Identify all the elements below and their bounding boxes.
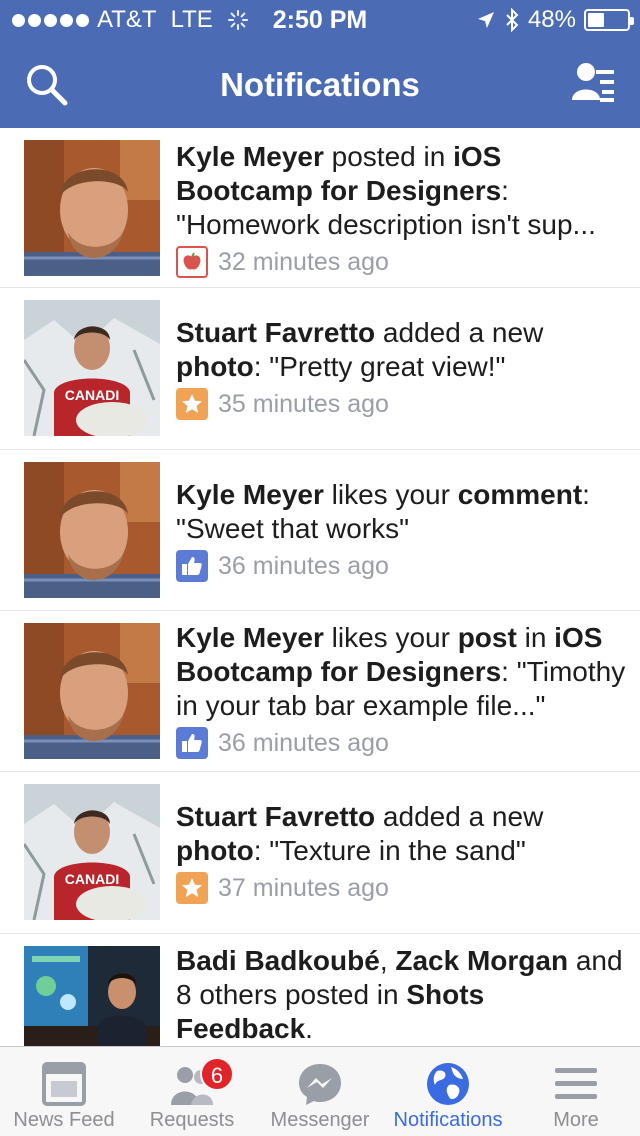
avatar-stuart-favretto[interactable]: CANADI	[24, 784, 160, 920]
actor-name[interactable]: Stuart Favretto	[176, 801, 375, 832]
notification-text: Kyle Meyer likes your comment: "Sweet th…	[176, 478, 626, 546]
notification-meta: 36 minutes ago	[176, 727, 626, 759]
tab-bar: News Feed 6 Requests Messenger Notificat…	[0, 1046, 640, 1136]
tab-label: Requests	[149, 1109, 235, 1131]
text-segment: in	[516, 622, 555, 653]
text-segment: ,	[379, 945, 396, 976]
battery-level	[588, 13, 605, 27]
notification-meta: 37 minutes ago	[176, 872, 626, 904]
menu-icon	[555, 1068, 597, 1099]
bluetooth-icon	[506, 8, 519, 32]
notification-item[interactable]: Kyle Meyer likes your comment: "Sweet th…	[0, 450, 640, 611]
notification-text: Kyle Meyer posted in iOS Bootcamp for De…	[176, 140, 626, 242]
notification-item[interactable]: Kyle Meyer posted in iOS Bootcamp for De…	[0, 128, 640, 288]
timestamp: 36 minutes ago	[218, 728, 389, 757]
actor-name[interactable]: Kyle Meyer	[176, 141, 324, 172]
tab-label: More	[553, 1109, 599, 1131]
requests-count-badge: 6	[200, 1057, 234, 1091]
notification-item[interactable]: facebook Badi Badkoubé, Zack Morgan and …	[0, 934, 640, 1046]
friend-list-icon[interactable]	[570, 60, 618, 108]
object-link[interactable]: comment	[458, 479, 582, 510]
tab-more[interactable]: More	[512, 1047, 640, 1136]
avatar-kyle-meyer[interactable]	[24, 623, 160, 759]
text-segment: .	[305, 1013, 313, 1044]
notification-text: Badi Badkoubé, Zack Morgan and 8 others …	[176, 944, 626, 1046]
tab-label: Messenger	[270, 1109, 370, 1131]
header: AT&T LTE 2:50 PM 48% Notifications	[0, 0, 640, 128]
notification-item[interactable]: CANADI Stuart Favretto added a new photo…	[0, 772, 640, 934]
object-link[interactable]: post	[458, 622, 517, 653]
notification-item[interactable]: CANADI Stuart Favretto added a new photo…	[0, 288, 640, 450]
notification-list: Kyle Meyer posted in iOS Bootcamp for De…	[0, 128, 640, 1046]
globe-icon	[427, 1063, 469, 1105]
tab-requests[interactable]: 6 Requests	[128, 1047, 256, 1136]
text-segment: likes your	[323, 622, 458, 653]
notification-meta: 36 minutes ago	[176, 550, 626, 582]
text-segment: likes your	[323, 479, 458, 510]
actor-name[interactable]: Kyle Meyer	[176, 479, 324, 510]
actor-name[interactable]: Zack Morgan	[395, 945, 568, 976]
actor-name[interactable]: Stuart Favretto	[176, 317, 375, 348]
avatar-kyle-meyer[interactable]	[24, 140, 160, 276]
page-title: Notifications	[220, 66, 420, 103]
notification-text: Stuart Favretto added a new photo: "Text…	[176, 800, 626, 868]
text-segment: : "Pretty great view!"	[253, 351, 506, 382]
battery-percent: 48%	[527, 6, 576, 33]
text-segment: : "Texture in the sand"	[253, 835, 526, 866]
notification-text: Kyle Meyer likes your post in iOS Bootca…	[176, 621, 626, 723]
timestamp: 36 minutes ago	[218, 551, 389, 580]
like-icon	[176, 727, 208, 759]
timestamp: 37 minutes ago	[218, 873, 389, 902]
timestamp: 35 minutes ago	[218, 389, 389, 418]
photo-star-icon	[176, 388, 208, 420]
text-segment: added a new	[375, 317, 544, 348]
actor-name[interactable]: Kyle Meyer	[176, 622, 324, 653]
battery-icon	[584, 9, 634, 31]
object-link[interactable]: photo	[176, 835, 254, 866]
tab-label: News Feed	[13, 1109, 115, 1131]
text-segment: added a new	[375, 801, 544, 832]
timestamp: 32 minutes ago	[218, 247, 389, 276]
text-segment: posted in	[323, 141, 454, 172]
actor-name[interactable]: Badi Badkoubé	[176, 945, 380, 976]
tab-notifications[interactable]: Notifications	[384, 1047, 512, 1136]
messenger-icon	[299, 1064, 341, 1105]
object-link[interactable]: photo	[176, 351, 254, 382]
svg-text:CANADI: CANADI	[65, 871, 119, 887]
notification-meta: 32 minutes ago	[176, 246, 626, 278]
tab-messenger[interactable]: Messenger	[256, 1047, 384, 1136]
notification-item[interactable]: Kyle Meyer likes your post in iOS Bootca…	[0, 611, 640, 772]
svg-text:CANADI: CANADI	[65, 387, 119, 403]
avatar-stuart-favretto[interactable]: CANADI	[24, 300, 160, 436]
group-icon	[176, 246, 208, 278]
notification-meta: 35 minutes ago	[176, 388, 626, 420]
nav-bar: Notifications	[0, 40, 640, 128]
location-arrow-icon	[477, 12, 494, 28]
status-right: 48%	[476, 6, 634, 34]
tab-label: Notifications	[393, 1109, 503, 1131]
like-icon	[176, 550, 208, 582]
notification-text: Stuart Favretto added a new photo: "Pret…	[176, 316, 626, 384]
news-feed-icon	[42, 1062, 86, 1106]
status-bar: AT&T LTE 2:50 PM 48%	[0, 0, 640, 40]
avatar-kyle-meyer[interactable]	[24, 462, 160, 598]
photo-star-icon	[176, 872, 208, 904]
tab-news-feed[interactable]: News Feed	[0, 1047, 128, 1136]
avatar-badi-badkoube[interactable]: facebook	[24, 946, 160, 1046]
